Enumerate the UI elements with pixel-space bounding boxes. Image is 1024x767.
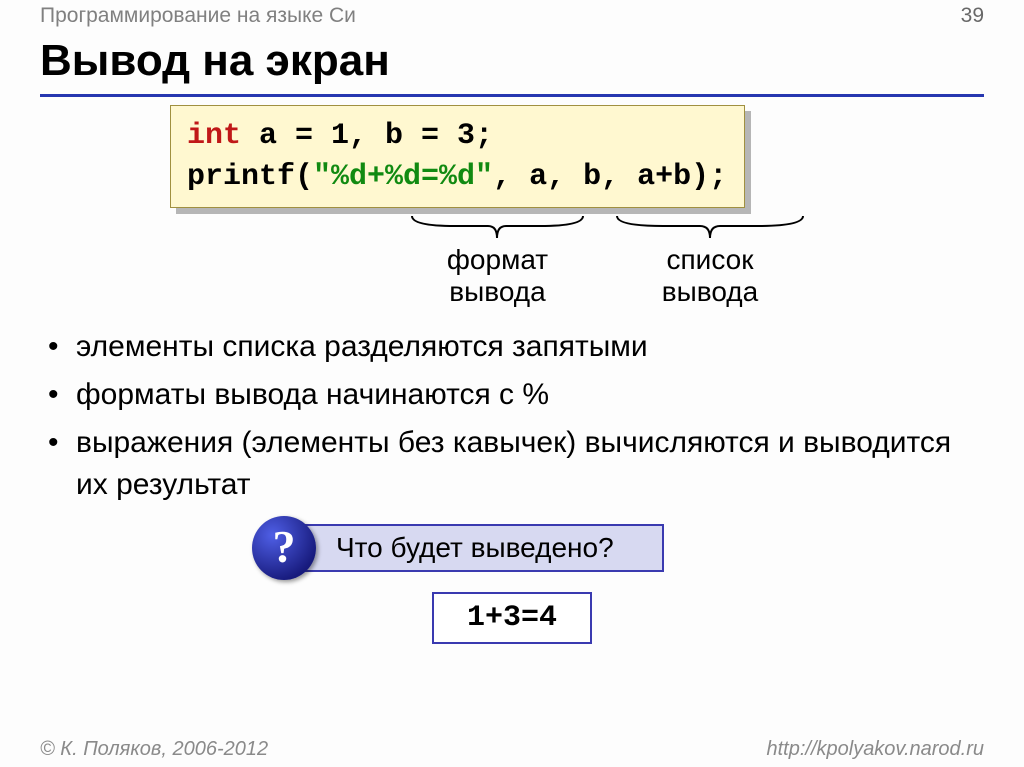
header-bar: Программирование на языке Си 39 bbox=[40, 0, 984, 30]
label-line: список bbox=[667, 244, 754, 275]
bullet-list: элементы списка разделяются запятыми фор… bbox=[40, 326, 984, 506]
brace-format-label: формат вывода bbox=[447, 244, 548, 308]
brace-icon bbox=[615, 214, 805, 242]
code-block: int a = 1, b = 3; printf("%d+%d=%d", a, … bbox=[170, 105, 745, 208]
code-text: , a, b, a+b); bbox=[493, 160, 727, 194]
string-literal: "%d+%d=%d" bbox=[313, 160, 493, 194]
list-item: элементы списка разделяются запятыми bbox=[76, 326, 984, 368]
code-box: int a = 1, b = 3; printf("%d+%d=%d", a, … bbox=[170, 105, 745, 208]
course-title: Программирование на языке Си bbox=[40, 4, 356, 28]
brace-annotations: формат вывода список вывода bbox=[170, 214, 984, 308]
list-item: выражения (элементы без кавычек) вычисля… bbox=[76, 422, 984, 506]
brace-list-label: список вывода bbox=[662, 244, 758, 308]
footer: © К. Поляков, 2006-2012 http://kpolyakov… bbox=[40, 738, 984, 761]
footer-url: http://kpolyakov.narod.ru bbox=[766, 738, 984, 761]
keyword-int: int bbox=[187, 119, 241, 153]
label-line: вывода bbox=[662, 276, 758, 307]
brace-icon bbox=[410, 214, 585, 242]
page-title: Вывод на экран bbox=[40, 36, 984, 97]
code-text: printf( bbox=[187, 160, 313, 194]
list-item: форматы вывода начинаются с % bbox=[76, 374, 984, 416]
code-line-1: int a = 1, b = 3; bbox=[187, 116, 728, 157]
label-line: вывода bbox=[449, 276, 545, 307]
page-number: 39 bbox=[961, 4, 984, 28]
code-line-2: printf("%d+%d=%d", a, b, a+b); bbox=[187, 157, 728, 198]
question-text: Что будет выведено? bbox=[284, 524, 664, 572]
question-callout: ? Что будет выведено? bbox=[262, 524, 762, 572]
output-result: 1+3=4 bbox=[432, 592, 592, 644]
label-line: формат bbox=[447, 244, 548, 275]
slide: Программирование на языке Си 39 Вывод на… bbox=[0, 0, 1024, 767]
brace-list: список вывода bbox=[615, 214, 805, 308]
code-text: a = 1, b = 3; bbox=[241, 119, 493, 153]
copyright: © К. Поляков, 2006-2012 bbox=[40, 738, 268, 761]
brace-format: формат вывода bbox=[410, 214, 585, 308]
question-mark-icon: ? bbox=[252, 516, 316, 580]
